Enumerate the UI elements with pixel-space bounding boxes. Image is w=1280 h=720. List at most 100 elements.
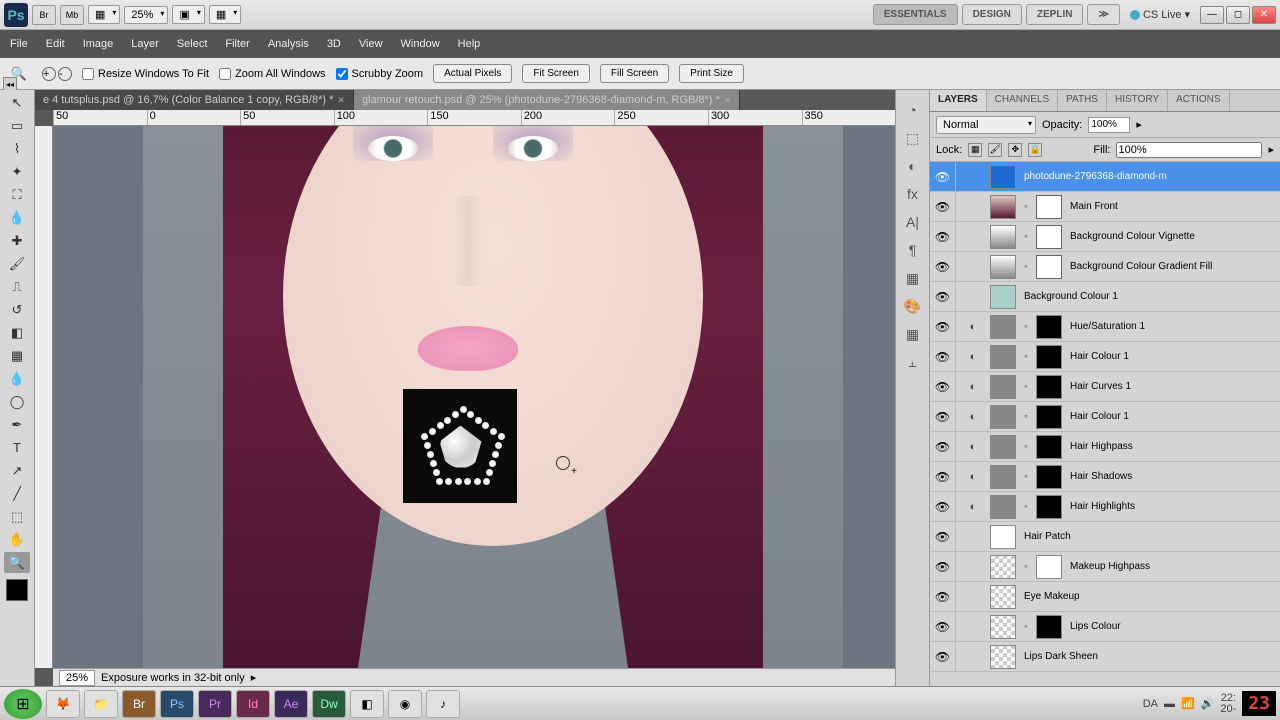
workspace-more[interactable]: ≫ — [1087, 4, 1119, 25]
link-icon[interactable]: ⚬ — [1020, 405, 1032, 429]
visibility-icon[interactable]: 👁 — [930, 222, 956, 251]
layer-row[interactable]: 👁 Lips Dark Sheen — [930, 642, 1280, 672]
opacity-input[interactable] — [1088, 117, 1130, 133]
dock-align-icon[interactable]: ⫠ — [902, 352, 924, 372]
layer-thumb[interactable] — [990, 555, 1016, 579]
layer-row[interactable]: 👁Background Colour 1 — [930, 282, 1280, 312]
layer-thumb[interactable] — [990, 165, 1016, 189]
menu-select[interactable]: Select — [177, 38, 208, 50]
layer-name[interactable]: Hue/Saturation 1 — [1066, 321, 1274, 332]
layer-name[interactable]: Background Colour Gradient Fill — [1066, 261, 1274, 272]
hand-tool[interactable]: ✋ — [4, 529, 30, 550]
shape-tool[interactable]: ╱ — [4, 483, 30, 504]
fx-icon[interactable]: ◐ — [960, 372, 986, 401]
mask-thumb[interactable] — [1036, 255, 1062, 279]
layer-thumb[interactable] — [990, 615, 1016, 639]
actual-pixels-button[interactable]: Actual Pixels — [433, 64, 512, 83]
resize-windows-checkbox[interactable]: Resize Windows To Fit — [82, 68, 209, 80]
dodge-tool[interactable]: ◯ — [4, 391, 30, 412]
layer-name[interactable]: Hair Highlights — [1066, 501, 1274, 512]
visibility-icon[interactable]: 👁 — [930, 432, 956, 461]
layer-thumb[interactable] — [990, 375, 1016, 399]
mask-thumb[interactable] — [1036, 195, 1062, 219]
layer-name[interactable]: Hair Highpass — [1066, 441, 1274, 452]
zoom-all-checkbox[interactable]: Zoom All Windows — [219, 68, 325, 80]
layers-list[interactable]: 👁photodune-2796368-diamond-m👁⚬Main Front… — [930, 162, 1280, 686]
tray-lang[interactable]: DA — [1143, 698, 1158, 710]
workspace-design[interactable]: DESIGN — [962, 4, 1022, 25]
zoom-dropdown[interactable]: 25% — [124, 6, 168, 24]
extras-dropdown[interactable]: ▦ — [209, 5, 241, 24]
layer-thumb[interactable] — [990, 525, 1016, 549]
layer-name[interactable]: Lips Dark Sheen — [1020, 651, 1274, 662]
mask-thumb[interactable] — [1036, 555, 1062, 579]
minibridge-button[interactable]: Mb — [60, 5, 84, 25]
bridge-button[interactable]: Br — [32, 5, 56, 25]
doc-tab-1[interactable]: e 4 tutsplus.psd @ 16,7% (Color Balance … — [35, 90, 354, 110]
lock-transparent-icon[interactable]: ▦ — [968, 143, 982, 157]
tab-layers[interactable]: LAYERS — [930, 90, 987, 111]
layer-name[interactable]: Hair Colour 1 — [1066, 411, 1274, 422]
tray-network-icon[interactable]: 📶 — [1181, 697, 1195, 710]
fill-arrow-icon[interactable]: ▸ — [1268, 143, 1274, 156]
tab-history[interactable]: HISTORY — [1107, 90, 1168, 111]
link-icon[interactable]: ⚬ — [1020, 555, 1032, 579]
layer-row[interactable]: 👁⚬Background Colour Vignette — [930, 222, 1280, 252]
doc-tab-2[interactable]: glamour retouch.psd @ 25% (photodune-279… — [354, 90, 740, 110]
ruler-horizontal[interactable]: 50050100150200250300350 — [53, 110, 895, 126]
fx-icon[interactable]: ◐ — [960, 312, 986, 341]
layer-thumb[interactable] — [990, 465, 1016, 489]
layer-row[interactable]: 👁◐ ⚬ Hair Highpass — [930, 432, 1280, 462]
workspace-essentials[interactable]: ESSENTIALS — [873, 4, 958, 25]
link-icon[interactable]: ⚬ — [1020, 345, 1032, 369]
link-icon[interactable]: ⚬ — [1020, 435, 1032, 459]
layer-row[interactable]: 👁◐⚬Hair Colour 1 — [930, 402, 1280, 432]
fx-icon[interactable]: ◐ — [960, 432, 986, 461]
layer-thumb[interactable] — [990, 405, 1016, 429]
layer-thumb[interactable] — [990, 315, 1016, 339]
screen-mode-dropdown[interactable]: ▣ — [172, 5, 204, 24]
collapse-left-icon[interactable]: ◂◂ — [3, 77, 17, 91]
layer-row[interactable]: 👁photodune-2796368-diamond-m — [930, 162, 1280, 192]
maximize-button[interactable]: ◻ — [1226, 6, 1250, 24]
tab-actions[interactable]: ACTIONS — [1168, 90, 1229, 111]
arrange-dropdown[interactable]: ▦ — [88, 5, 120, 24]
visibility-icon[interactable]: 👁 — [930, 582, 956, 611]
history-brush-tool[interactable]: ↺ — [4, 299, 30, 320]
visibility-icon[interactable]: 👁 — [930, 642, 956, 671]
menu-image[interactable]: Image — [83, 38, 114, 50]
print-size-button[interactable]: Print Size — [679, 64, 744, 83]
layer-row[interactable]: 👁◐⚬Hair Colour 1 — [930, 342, 1280, 372]
layer-thumb[interactable] — [990, 195, 1016, 219]
wand-tool[interactable]: ✦ — [4, 161, 30, 182]
close-button[interactable]: ✕ — [1252, 6, 1276, 24]
layer-thumb[interactable] — [990, 255, 1016, 279]
scrubby-zoom-checkbox[interactable]: Scrubby Zoom — [336, 68, 424, 80]
tray-volume-icon[interactable]: 🔊 — [1201, 697, 1215, 710]
task-app2[interactable]: ◉ — [388, 690, 422, 718]
eyedropper-tool[interactable]: 💧 — [4, 207, 30, 228]
fill-screen-button[interactable]: Fill Screen — [600, 64, 669, 83]
layer-name[interactable]: Lips Colour — [1066, 621, 1274, 632]
eraser-tool[interactable]: ◧ — [4, 322, 30, 343]
visibility-icon[interactable]: 👁 — [930, 342, 956, 371]
layer-row[interactable]: 👁◐⚬Hair Curves 1 — [930, 372, 1280, 402]
opacity-arrow-icon[interactable]: ▸ — [1136, 118, 1142, 131]
task-app3[interactable]: ♪ — [426, 690, 460, 718]
layer-name[interactable]: Hair Curves 1 — [1066, 381, 1274, 392]
layer-row[interactable]: 👁⚬Background Colour Gradient Fill — [930, 252, 1280, 282]
menu-layer[interactable]: Layer — [131, 38, 159, 50]
dock-nav-icon[interactable]: ▦ — [902, 268, 924, 288]
menu-3d[interactable]: 3D — [327, 38, 341, 50]
layer-name[interactable]: Hair Patch — [1020, 531, 1274, 542]
lock-pixels-icon[interactable]: 🖌 — [988, 143, 1002, 157]
link-icon[interactable]: ⚬ — [1020, 375, 1032, 399]
type-tool[interactable]: T — [4, 437, 30, 458]
link-icon[interactable]: ⚬ — [1020, 195, 1032, 219]
mask-thumb[interactable] — [1036, 615, 1062, 639]
layer-name[interactable]: photodune-2796368-diamond-m — [1020, 171, 1274, 182]
visibility-icon[interactable]: 👁 — [930, 612, 956, 641]
layer-row[interactable]: 👁Eye Makeup — [930, 582, 1280, 612]
dock-swatches-icon[interactable]: ▦ — [902, 324, 924, 344]
menu-view[interactable]: View — [359, 38, 383, 50]
